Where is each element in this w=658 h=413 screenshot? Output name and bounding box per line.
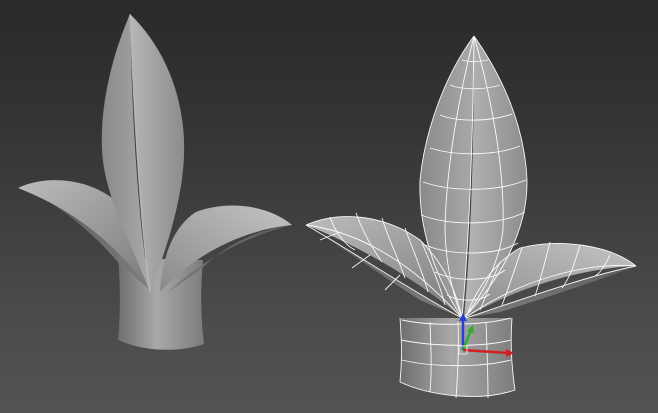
wireframe-leaf-model[interactable] (305, 35, 637, 399)
3d-viewport[interactable] (0, 0, 658, 413)
viewport-canvas[interactable] (0, 0, 658, 413)
smooth-shaded-leaf-model[interactable] (18, 13, 292, 350)
